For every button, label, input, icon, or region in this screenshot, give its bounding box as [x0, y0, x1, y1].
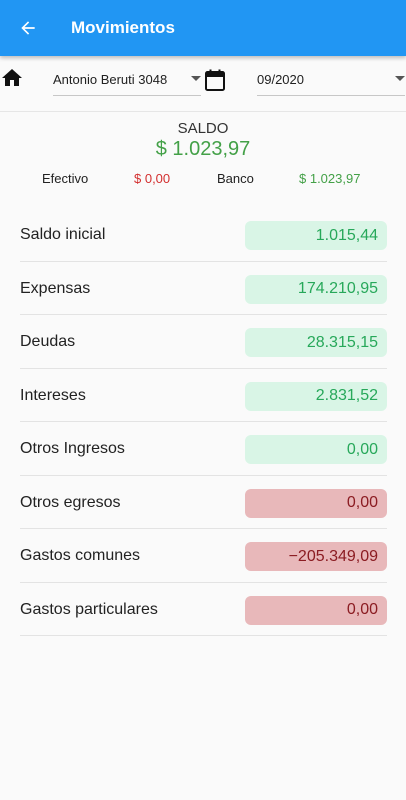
filter-bar: Antonio Beruti 3048 09/2020 — [0, 56, 406, 112]
row-label: Intereses — [20, 386, 86, 404]
address-dropdown[interactable]: Antonio Beruti 3048 — [53, 64, 201, 96]
home-icon[interactable] — [0, 66, 24, 90]
list-item: Expensas 174.210,95 — [20, 262, 387, 315]
row-label: Otros egresos — [20, 493, 121, 511]
efectivo-label: Efectivo — [42, 171, 89, 186]
row-label: Otros Ingresos — [20, 440, 125, 457]
calendar-icon[interactable] — [205, 69, 225, 91]
row-label: Saldo inicial — [20, 226, 106, 243]
row-amount-chip: 0,00 — [245, 435, 387, 464]
chevron-down-icon — [191, 76, 201, 81]
list-item: Deudas 28.315,15 — [20, 315, 387, 369]
list-item: Intereses 2.831,52 — [20, 369, 387, 422]
row-amount-chip: −205.349,09 — [245, 542, 387, 571]
row-label: Deudas — [20, 333, 76, 350]
arrow-back-icon — [21, 21, 35, 35]
list-item: Otros Ingresos 0,00 — [20, 422, 387, 476]
saldo-label: SALDO — [177, 120, 229, 137]
row-amount-chip: 174.210,95 — [245, 274, 387, 304]
list-item: Saldo inicial 1.015,44 — [20, 208, 387, 262]
period-dropdown[interactable]: 09/2020 — [257, 64, 405, 96]
address-value: Antonio Beruti 3048 — [53, 72, 168, 87]
row-amount-chip: 0,00 — [245, 595, 387, 625]
row-amount-chip: 1.015,44 — [245, 221, 387, 250]
row-amount-chip: 2.831,52 — [245, 381, 387, 411]
list-item: Gastos particulares 0,00 — [20, 583, 387, 636]
chevron-down-icon — [395, 76, 405, 81]
list-item: Gastos comunes −205.349,09 — [20, 529, 387, 583]
period-value: 09/2020 — [257, 72, 304, 87]
app-bar: Movimientos — [0, 0, 406, 56]
divider — [0, 111, 406, 112]
efectivo-value: $ 0,00 — [134, 171, 171, 186]
back-button[interactable] — [0, 0, 56, 56]
banco-label: Banco — [217, 171, 254, 186]
page-title: Movimientos — [71, 18, 175, 37]
row-amount-chip: 28.315,15 — [245, 328, 387, 357]
list-item: Otros egresos 0,00 — [20, 476, 387, 529]
banco-value: $ 1.023,97 — [299, 171, 361, 186]
row-label: Expensas — [20, 279, 91, 297]
saldo-value: $ 1.023,97 — [155, 138, 251, 160]
row-amount-chip: 0,00 — [245, 488, 387, 518]
row-label: Gastos particulares — [20, 600, 158, 618]
row-label: Gastos comunes — [20, 547, 141, 564]
movements-list: Saldo inicial 1.015,44 Expensas 174.210,… — [20, 208, 387, 636]
